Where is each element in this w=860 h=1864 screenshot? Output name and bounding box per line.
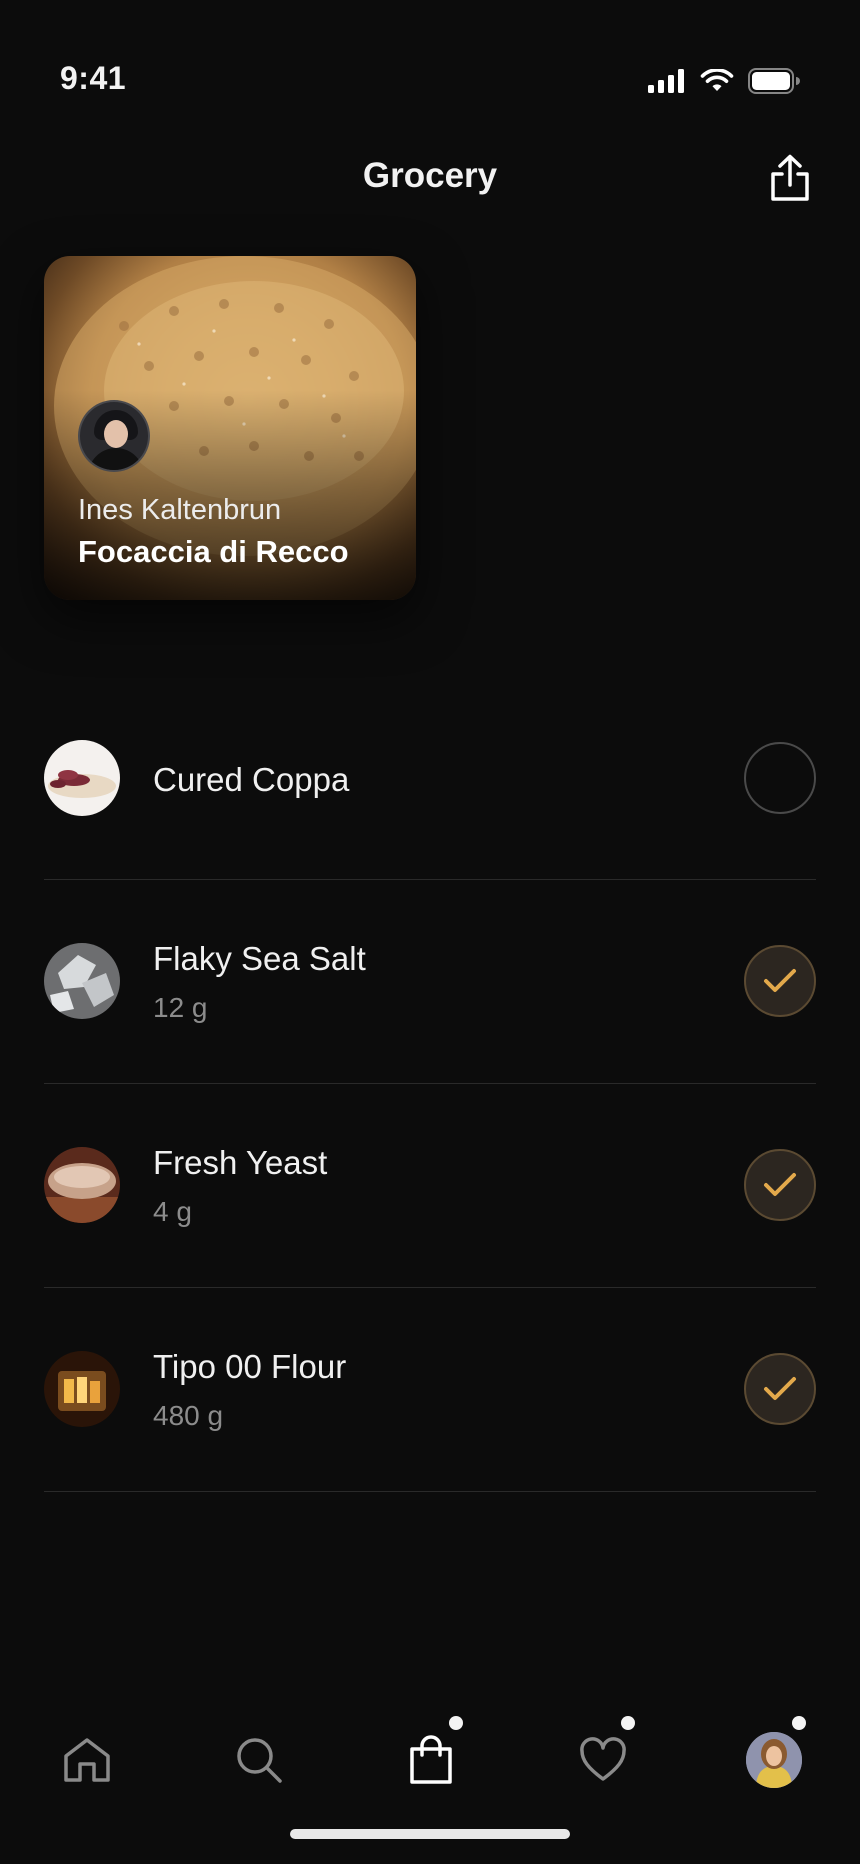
- share-button[interactable]: [762, 150, 818, 206]
- page-title: Grocery: [362, 156, 498, 195]
- share-icon: [771, 154, 809, 201]
- tipo-00-flour-thumbnail: [44, 1351, 120, 1427]
- recipe-card[interactable]: Ines Kaltenbrun Focaccia di Recco: [44, 256, 416, 600]
- home-icon: [64, 1738, 110, 1782]
- list-item-fresh-yeast[interactable]: Fresh Yeast 4 g: [44, 1084, 816, 1288]
- tab-bar: [0, 1716, 860, 1820]
- recipe-title: Focaccia di Recco: [78, 534, 349, 569]
- shopping-bag-icon: [410, 1735, 452, 1784]
- item-quantity: 12 g: [153, 992, 208, 1023]
- tab-favorites[interactable]: [563, 1716, 643, 1800]
- item-checkbox[interactable]: [744, 742, 816, 814]
- battery-icon: [748, 68, 800, 94]
- item-name: Flaky Sea Salt: [153, 940, 366, 977]
- list-item-flaky-sea-salt[interactable]: Flaky Sea Salt 12 g: [44, 880, 816, 1084]
- notification-dot: [792, 1716, 806, 1730]
- notification-dot: [449, 1716, 463, 1730]
- fresh-yeast-thumbnail: [44, 1147, 120, 1223]
- grocery-list: Cured Coppa Flaky Sea Salt 12 g Fresh Ye…: [44, 712, 816, 1492]
- status-icons: [648, 68, 800, 94]
- tab-profile[interactable]: [734, 1716, 814, 1800]
- tab-grocery[interactable]: [391, 1716, 471, 1800]
- check-icon: [764, 1377, 796, 1400]
- profile-avatar: [746, 1732, 802, 1788]
- item-checkbox[interactable]: [744, 1353, 816, 1425]
- heart-icon: [580, 1737, 626, 1781]
- list-item-tipo-00-flour[interactable]: Tipo 00 Flour 480 g: [44, 1288, 816, 1492]
- check-icon: [764, 969, 796, 992]
- item-quantity: 4 g: [153, 1196, 192, 1227]
- item-checkbox[interactable]: [744, 1149, 816, 1221]
- item-checkbox[interactable]: [744, 945, 816, 1017]
- tab-search[interactable]: [219, 1720, 299, 1800]
- wifi-icon: [700, 69, 734, 91]
- item-name: Fresh Yeast: [153, 1144, 328, 1181]
- cured-coppa-thumbnail: [44, 740, 120, 816]
- recipe-author: Ines Kaltenbrun: [78, 494, 282, 526]
- item-name: Tipo 00 Flour: [153, 1348, 347, 1385]
- notification-dot: [621, 1716, 635, 1730]
- check-icon: [764, 1173, 796, 1196]
- status-bar: 9:41: [0, 0, 860, 160]
- status-time: 9:41: [60, 60, 127, 96]
- flaky-sea-salt-thumbnail: [44, 943, 120, 1019]
- cellular-signal-icon: [648, 69, 684, 93]
- list-item-cured-coppa[interactable]: Cured Coppa: [44, 712, 816, 880]
- search-icon: [237, 1738, 282, 1783]
- tab-home[interactable]: [47, 1720, 127, 1800]
- item-quantity: 480 g: [153, 1400, 224, 1431]
- home-indicator: [290, 1829, 570, 1839]
- author-avatar: [78, 400, 150, 472]
- item-name: Cured Coppa: [153, 761, 350, 798]
